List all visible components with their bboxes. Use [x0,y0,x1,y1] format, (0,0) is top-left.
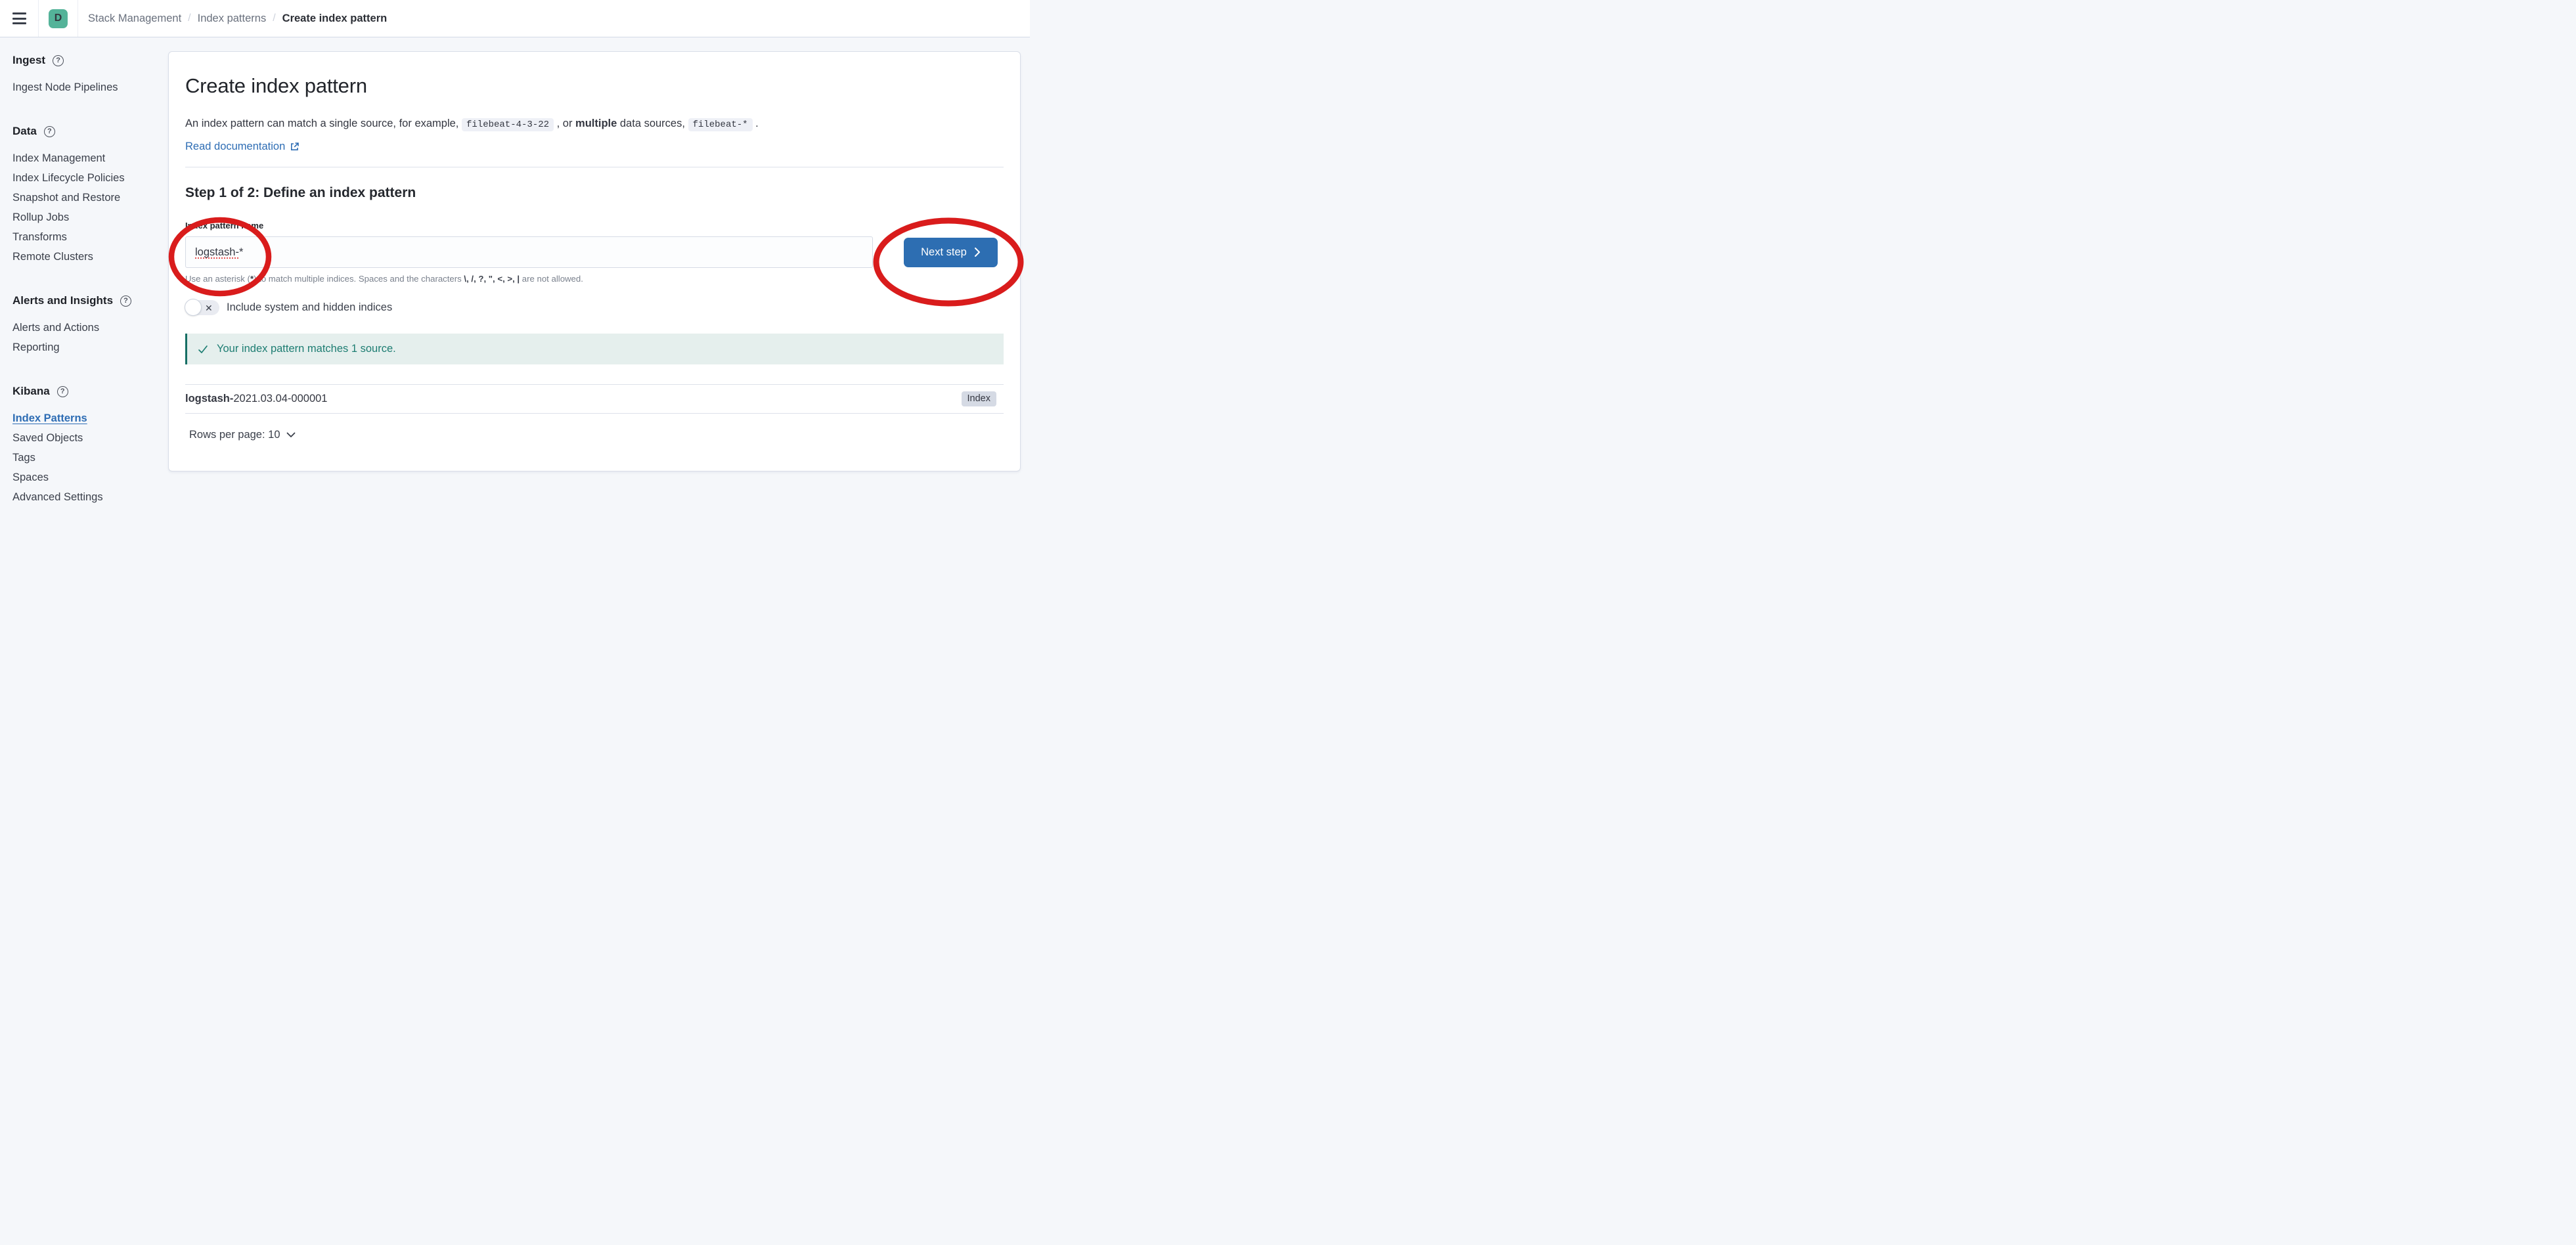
sidebar-item-spaces[interactable]: Spaces [12,468,156,487]
sidebar-item-index-management[interactable]: Index Management [12,148,156,168]
sidebar-item-index-patterns[interactable]: Index Patterns [12,408,156,428]
callout-text: Your index pattern matches 1 source. [217,343,396,355]
help-icon[interactable]: ? [57,386,68,397]
nav-group-title: Kibana [12,384,50,399]
breadcrumb-current-page: Create index pattern [282,12,388,25]
nav-group-kibana: Kibana ? Index Patterns Saved Objects Ta… [12,384,156,507]
external-link-icon [290,142,300,152]
help-icon[interactable]: ? [53,55,64,66]
management-sidebar: Ingest ? Ingest Node Pipelines Data ? In… [0,37,166,498]
nav-group-title: Ingest [12,53,45,68]
sidebar-item-transforms[interactable]: Transforms [12,227,156,247]
toggle-label: Include system and hidden indices [227,301,392,314]
toggle-off-x-icon: ✕ [205,303,213,313]
index-pattern-form-row: logstash-* Next step [185,236,1004,268]
include-hidden-indices-toggle[interactable]: ✕ [185,300,219,315]
code-example-single: filebeat-4-3-22 [462,118,554,131]
nav-group-title: Alerts and Insights [12,294,113,308]
page-title: Create index pattern [185,74,1004,98]
include-hidden-indices-row: ✕ Include system and hidden indices [185,300,1004,315]
sidebar-item-tags[interactable]: Tags [12,448,156,468]
breadcrumb-stack-management[interactable]: Stack Management [88,12,181,25]
sidebar-item-saved-objects[interactable]: Saved Objects [12,428,156,448]
help-icon[interactable]: ? [44,126,55,137]
sidebar-item-alerts-and-actions[interactable]: Alerts and Actions [12,318,156,338]
chevron-down-icon [286,432,296,438]
space-avatar: D [49,9,68,28]
sidebar-item-index-lifecycle-policies[interactable]: Index Lifecycle Policies [12,168,156,188]
create-index-pattern-panel: Create index pattern An index pattern ca… [168,51,1021,471]
sidebar-item-rollup-jobs[interactable]: Rollup Jobs [12,207,156,227]
breadcrumb-separator: / [273,12,275,24]
nav-group-title: Data [12,124,37,139]
sidebar-item-reporting[interactable]: Reporting [12,338,156,357]
sidebar-item-ingest-node-pipelines[interactable]: Ingest Node Pipelines [12,77,156,97]
index-type-badge: Index [962,391,996,406]
top-navigation-bar: D Stack Management / Index patterns / Cr… [0,0,1030,37]
chevron-right-icon [974,247,981,257]
hamburger-icon [12,12,26,24]
menu-button[interactable] [0,0,38,37]
space-switcher-button[interactable]: D [39,0,78,37]
rows-per-page-button[interactable]: Rows per page: 10 [185,428,300,442]
breadcrumb: Stack Management / Index patterns / Crea… [78,12,387,25]
input-help-text: Use an asterisk (*) to match multiple in… [185,274,1004,284]
matched-index-row: logstash-2021.03.04-000001 Index [185,384,1004,414]
help-icon[interactable]: ? [120,295,131,307]
sidebar-item-advanced-settings[interactable]: Advanced Settings [12,487,156,507]
sidebar-item-remote-clusters[interactable]: Remote Clusters [12,247,156,267]
intro-text: An index pattern can match a single sour… [185,116,1004,133]
index-pattern-name-input[interactable]: logstash-* [185,236,873,268]
success-callout: Your index pattern matches 1 source. [185,334,1004,364]
nav-group-ingest: Ingest ? Ingest Node Pipelines [12,53,156,97]
next-step-button[interactable]: Next step [904,238,998,267]
breadcrumb-index-patterns[interactable]: Index patterns [198,12,267,25]
code-example-wildcard: filebeat-* [688,118,753,131]
index-pattern-name-label: Index pattern name [185,221,1004,230]
toggle-thumb [185,299,202,316]
matched-index-name: logstash-2021.03.04-000001 [185,393,327,405]
nav-group-alerts-and-insights: Alerts and Insights ? Alerts and Actions… [12,294,156,357]
nav-group-data: Data ? Index Management Index Lifecycle … [12,124,156,267]
breadcrumb-separator: / [188,12,190,24]
step-heading: Step 1 of 2: Define an index pattern [185,185,1004,201]
check-icon [197,343,209,355]
sidebar-item-snapshot-and-restore[interactable]: Snapshot and Restore [12,188,156,207]
read-documentation-link[interactable]: Read documentation [185,141,300,153]
